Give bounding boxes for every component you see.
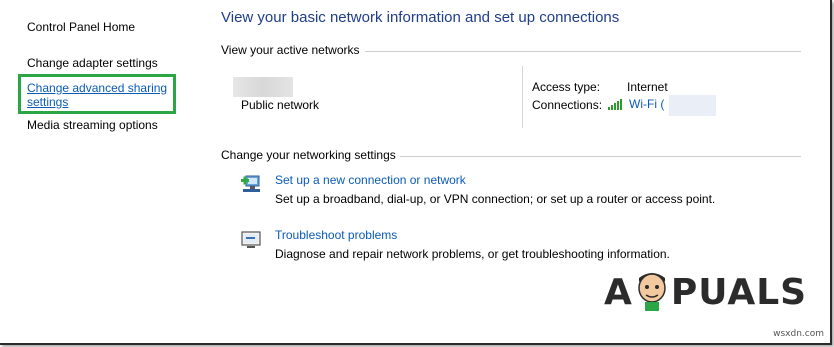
connections-label: Connections:: [532, 98, 603, 112]
control-panel-home-link[interactable]: Control Panel Home: [27, 20, 135, 34]
active-networks-header: View your active networks: [221, 43, 360, 57]
watermark: wsxdn.com: [773, 329, 824, 339]
networking-settings-header: Change your networking settings: [221, 148, 396, 162]
change-adapter-settings-link[interactable]: Change adapter settings: [27, 56, 158, 70]
network-setup-icon: [241, 175, 260, 192]
network-name-redacted: [233, 77, 293, 97]
media-streaming-options-link[interactable]: Media streaming options: [27, 118, 158, 132]
page-title: View your basic network information and …: [221, 9, 620, 26]
setup-connection-description: Set up a broadband, dial-up, or VPN conn…: [275, 192, 716, 206]
divider: [400, 156, 801, 157]
setup-connection-link[interactable]: Set up a new connection or network: [275, 173, 466, 187]
wifi-connection-name[interactable]: Wi-Fi (: [629, 97, 664, 111]
divider: [365, 51, 801, 52]
wifi-signal-icon: [608, 98, 624, 110]
access-type-label: Access type:: [532, 80, 601, 94]
wifi-connection-link[interactable]: Wi-Fi (: [608, 97, 664, 111]
wifi-name-redacted: [669, 95, 716, 116]
network-type-label: Public network: [241, 98, 320, 112]
troubleshoot-icon: [241, 231, 261, 248]
troubleshoot-problems-link[interactable]: Troubleshoot problems: [275, 228, 397, 242]
access-type-value: Internet: [627, 80, 668, 94]
network-sharing-center-window: Control Panel Home Change adapter settin…: [0, 0, 832, 345]
troubleshoot-description: Diagnose and repair network problems, or…: [275, 247, 670, 261]
highlight-box: [18, 74, 176, 114]
vertical-divider: [522, 66, 523, 128]
mascot-face-icon: [638, 273, 666, 311]
appuals-logo: A PUALS: [604, 268, 807, 312]
